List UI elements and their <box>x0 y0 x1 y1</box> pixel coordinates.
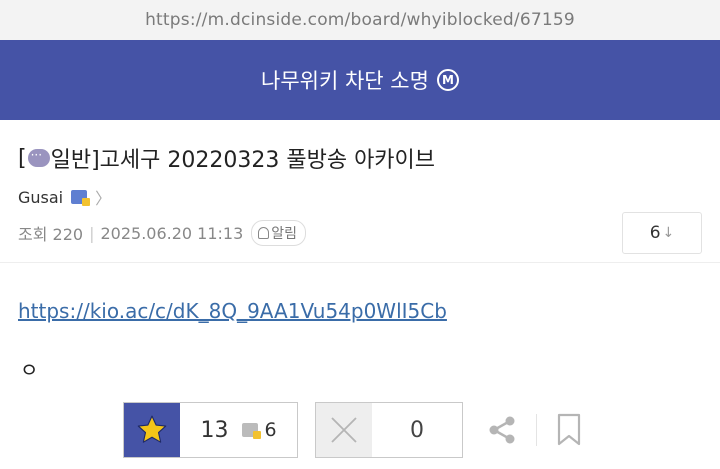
gallery-title[interactable]: 나무위키 차단 소명 <box>261 65 429 95</box>
content-text: ㅇ <box>20 358 39 382</box>
title-head: 일반] <box>50 148 100 173</box>
nonrecommend-count: 0 <box>410 417 424 443</box>
recommend-button[interactable] <box>124 403 180 457</box>
minor-gallery-badge-icon: M <box>436 69 459 91</box>
fix-recommend-count: 6 <box>264 419 277 441</box>
bell-icon <box>258 227 270 239</box>
recommend-count: 13 <box>200 417 229 443</box>
speech-bubble-icon <box>27 148 50 167</box>
bookmark-icon[interactable] <box>556 413 582 447</box>
post-meta: 조회 220 | 2025.06.20 11:13 알림 <box>18 220 307 246</box>
share-icon[interactable] <box>486 414 518 446</box>
author-row[interactable]: Gusai 〉 <box>18 185 111 209</box>
manager-icon <box>71 190 91 206</box>
author-name[interactable]: Gusai <box>18 188 63 207</box>
star-icon <box>137 415 167 443</box>
title-bracket: [ <box>18 145 27 171</box>
close-icon <box>331 417 357 443</box>
title-text: 고세구 20220323 풀방송 아카이브 <box>99 148 436 173</box>
arrow-down-icon: ↓ <box>662 225 675 241</box>
alarm-label: 알림 <box>271 226 298 242</box>
reply-count: 6 <box>649 223 661 243</box>
nonrecommend-button[interactable] <box>316 403 372 457</box>
post-title: [ 일반] 고세구 20220323 풀방송 아카이브 <box>18 142 435 174</box>
vertical-divider <box>536 414 537 446</box>
url-text: https://m.dcinside.com/board/whyiblocked… <box>145 10 575 30</box>
post-date: 2025.06.20 11:13 <box>100 223 244 243</box>
divider <box>0 262 720 263</box>
gallery-header: 나무위키 차단 소명 M <box>0 40 720 120</box>
nonrecommend-group: 0 <box>315 402 463 458</box>
meta-separator: | <box>89 223 95 243</box>
reply-count-button[interactable]: 6 ↓ <box>622 212 702 254</box>
address-bar[interactable]: https://m.dcinside.com/board/whyiblocked… <box>0 0 720 40</box>
recommend-stats: 13 6 <box>180 403 297 457</box>
view-count: 조회 220 <box>18 225 84 244</box>
recommend-group: 13 6 <box>123 402 298 458</box>
content-link[interactable]: https://kio.ac/c/dK_8Q_9AA1Vu54p0WlI5Cb <box>18 299 447 323</box>
alarm-button[interactable]: 알림 <box>251 220 307 246</box>
fix-recommend-icon <box>242 423 262 439</box>
chevron-right-icon[interactable]: 〉 <box>95 185 111 209</box>
